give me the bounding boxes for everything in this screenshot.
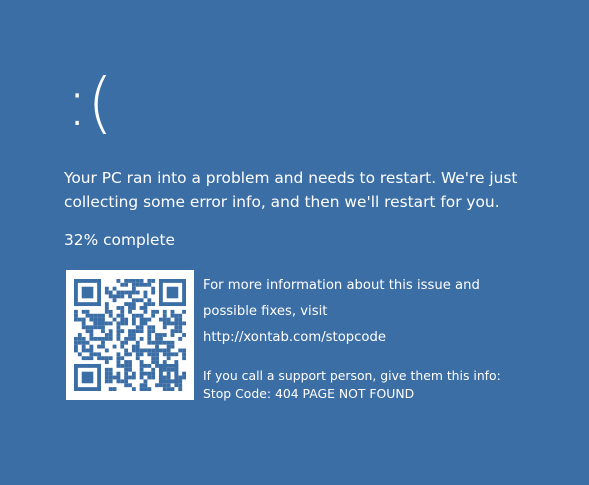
blue-screen: :( Your PC ran into a problem and needs … [0, 0, 589, 485]
more-info-line-1: For more information about this issue an… [203, 278, 480, 293]
more-info: For more information about this issue an… [203, 273, 563, 351]
support-info: If you call a support person, give them … [203, 367, 563, 403]
progress-status: 32% complete [64, 231, 175, 249]
sad-face: :( [66, 64, 113, 141]
support-prompt: If you call a support person, give them … [203, 368, 501, 383]
stopcode-url: http://xontab.com/stopcode [203, 330, 386, 345]
qr-code-icon [74, 279, 186, 391]
error-message: Your PC ran into a problem and needs to … [64, 169, 518, 211]
stop-code: Stop Code: 404 PAGE NOT FOUND [203, 386, 415, 401]
more-info-line-2: possible fixes, visit [203, 304, 328, 319]
qr-code [66, 270, 194, 400]
